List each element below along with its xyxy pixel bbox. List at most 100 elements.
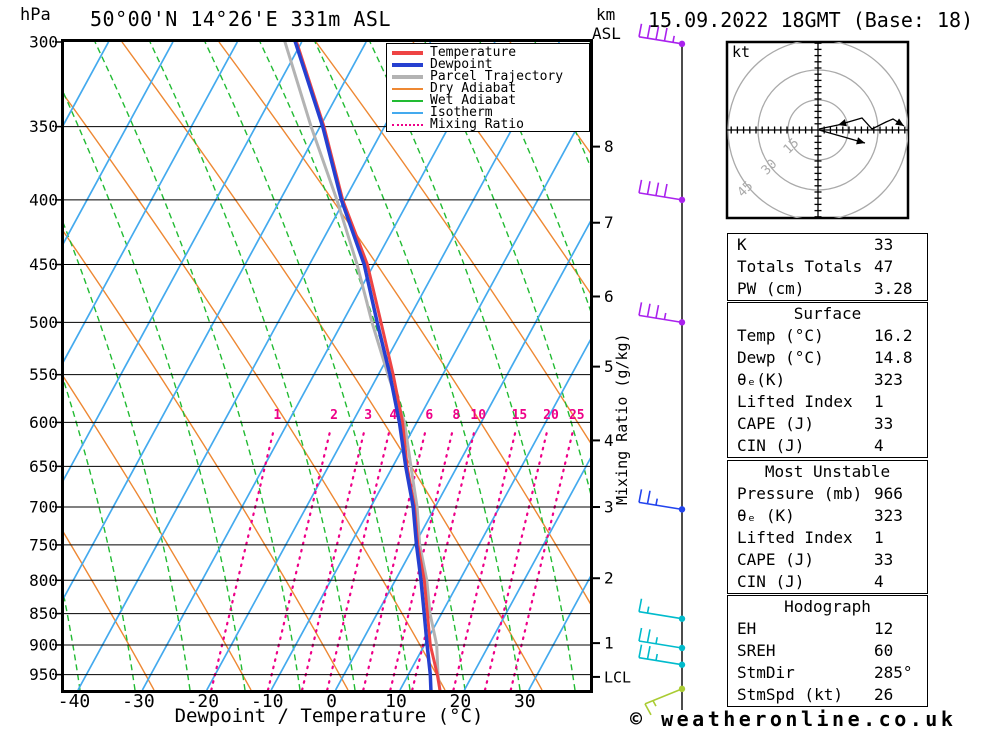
table-row: Dewp (°C) 14.8	[728, 347, 927, 369]
row-value: 60	[874, 641, 894, 660]
svg-text:6: 6	[604, 287, 614, 306]
table-row: θₑ(K) 323	[728, 369, 927, 391]
mixing-ratio-labels: 1 2 3 4 6 8 10 15 20 25	[273, 408, 584, 423]
wind-barb	[638, 23, 686, 48]
row-value: 33	[874, 235, 894, 254]
row-value: 323	[874, 370, 903, 389]
row-label: PW (cm)	[737, 279, 805, 298]
row-value: 3.28	[874, 279, 913, 298]
row-value: 33	[874, 414, 894, 433]
row-value: 323	[874, 506, 903, 525]
svg-text:300: 300	[29, 33, 58, 52]
svg-text:2: 2	[604, 569, 614, 588]
row-value: 26	[874, 685, 894, 704]
legend-item: Mixing Ratio	[387, 117, 589, 132]
table-row: Temp (°C) 16.2	[728, 325, 927, 347]
svg-text:350: 350	[29, 117, 58, 136]
row-label: Totals Totals	[737, 257, 863, 276]
table-row: EH 12	[728, 618, 927, 640]
row-label: EH	[737, 619, 757, 638]
table-row: Pressure (mb) 966	[728, 483, 927, 505]
row-label: CAPE (J)	[737, 414, 815, 433]
svg-text:600: 600	[29, 413, 58, 432]
legend-swatch	[392, 112, 423, 114]
wind-barbs	[638, 23, 686, 716]
table-row: CAPE (J) 33	[728, 413, 927, 435]
svg-text:20: 20	[543, 408, 559, 423]
row-label: CAPE (J)	[737, 550, 815, 569]
table-row: StmDir 285°	[728, 662, 927, 684]
table-row: K 33	[728, 234, 927, 256]
svg-text:8: 8	[452, 408, 460, 423]
x-axis-label: Dewpoint / Temperature (°C)	[174, 705, 484, 727]
svg-text:15: 15	[512, 408, 528, 423]
table-row: CAPE (J) 33	[728, 549, 927, 571]
wind-barb	[638, 598, 686, 622]
row-value: 966	[874, 484, 903, 503]
svg-text:1: 1	[273, 408, 281, 423]
table-row: Lifted Index 1	[728, 391, 927, 413]
svg-text:6: 6	[425, 408, 433, 423]
sounding-profiles	[283, 42, 442, 690]
row-label: θₑ(K)	[737, 370, 786, 389]
row-value: 47	[874, 257, 894, 276]
legend-swatch	[392, 88, 423, 90]
row-label: Dewp (°C)	[737, 348, 824, 367]
row-label: Lifted Index	[737, 392, 853, 411]
stats-table: K 33 Totals Totals 47 PW (cm) 3.28	[727, 233, 928, 301]
svg-text:700: 700	[29, 498, 58, 517]
row-label: θₑ (K)	[737, 506, 795, 525]
svg-text:750: 750	[29, 535, 58, 554]
svg-text:650: 650	[29, 457, 58, 476]
table-row: θₑ (K) 323	[728, 505, 927, 527]
legend-label: Mixing Ratio	[430, 117, 524, 132]
svg-text:3: 3	[364, 408, 372, 423]
row-label: Temp (°C)	[737, 326, 824, 345]
row-label: StmSpd (kt)	[737, 685, 843, 704]
table-row: SREH 60	[728, 640, 927, 662]
row-label: CIN (J)	[737, 436, 805, 455]
stats-table: Most Unstable Pressure (mb) 966 θₑ (K) 323 Li…	[727, 460, 928, 594]
chart-legend: Temperature Dewpoint Parcel Trajectory Dry …	[386, 43, 590, 132]
copyright: © weatheronline.co.uk	[630, 707, 957, 731]
table-row: CIN (J) 4	[728, 435, 927, 457]
row-label: CIN (J)	[737, 572, 805, 591]
mixing-ratio-axis-label: Mixing Ratio (g/kg)	[613, 333, 631, 505]
table-row: Totals Totals 47	[728, 256, 927, 278]
svg-text:LCL: LCL	[604, 668, 631, 686]
legend-swatch	[392, 75, 423, 79]
row-value: 4	[874, 572, 884, 591]
table-title: Surface	[793, 304, 862, 323]
svg-text:10: 10	[470, 408, 486, 423]
wind-barb	[638, 179, 686, 204]
row-value: 285°	[874, 663, 913, 682]
svg-text:7: 7	[604, 213, 614, 232]
row-label: SREH	[737, 641, 776, 660]
svg-text:500: 500	[29, 313, 58, 332]
table-row: Lifted Index 1	[728, 527, 927, 549]
svg-text:400: 400	[29, 190, 58, 209]
row-label: StmDir	[737, 663, 795, 682]
svg-text:800: 800	[29, 571, 58, 590]
skewt-chart: 1 2 3 4 6 8 10 15 20 2530035040045050055060065070…	[29, 23, 686, 716]
table-title: Most Unstable	[764, 462, 891, 481]
legend-swatch	[392, 51, 423, 55]
svg-text:950: 950	[29, 665, 58, 684]
svg-text:8: 8	[604, 137, 614, 156]
row-value: 12	[874, 619, 894, 638]
svg-text:900: 900	[29, 635, 58, 654]
wind-barb	[638, 489, 686, 513]
legend-swatch	[392, 63, 423, 67]
svg-text:850: 850	[29, 604, 58, 623]
wind-barb	[638, 627, 686, 652]
legend-swatch	[392, 100, 423, 102]
stats-table: Hodograph EH 12 SREH 60 StmDir 285° StmSpd (kt)…	[727, 595, 928, 707]
hodograph-unit-label: kt	[732, 43, 750, 61]
pressure-axis: 300 350 400 450 500 550 600 650 700 750 800 850 900 9…	[29, 33, 62, 684]
svg-text:450: 450	[29, 255, 58, 274]
row-value: 33	[874, 550, 894, 569]
table-row: PW (cm) 3.28	[728, 278, 927, 300]
row-value: 16.2	[874, 326, 913, 345]
svg-text:25: 25	[569, 408, 585, 423]
svg-text:550: 550	[29, 365, 58, 384]
